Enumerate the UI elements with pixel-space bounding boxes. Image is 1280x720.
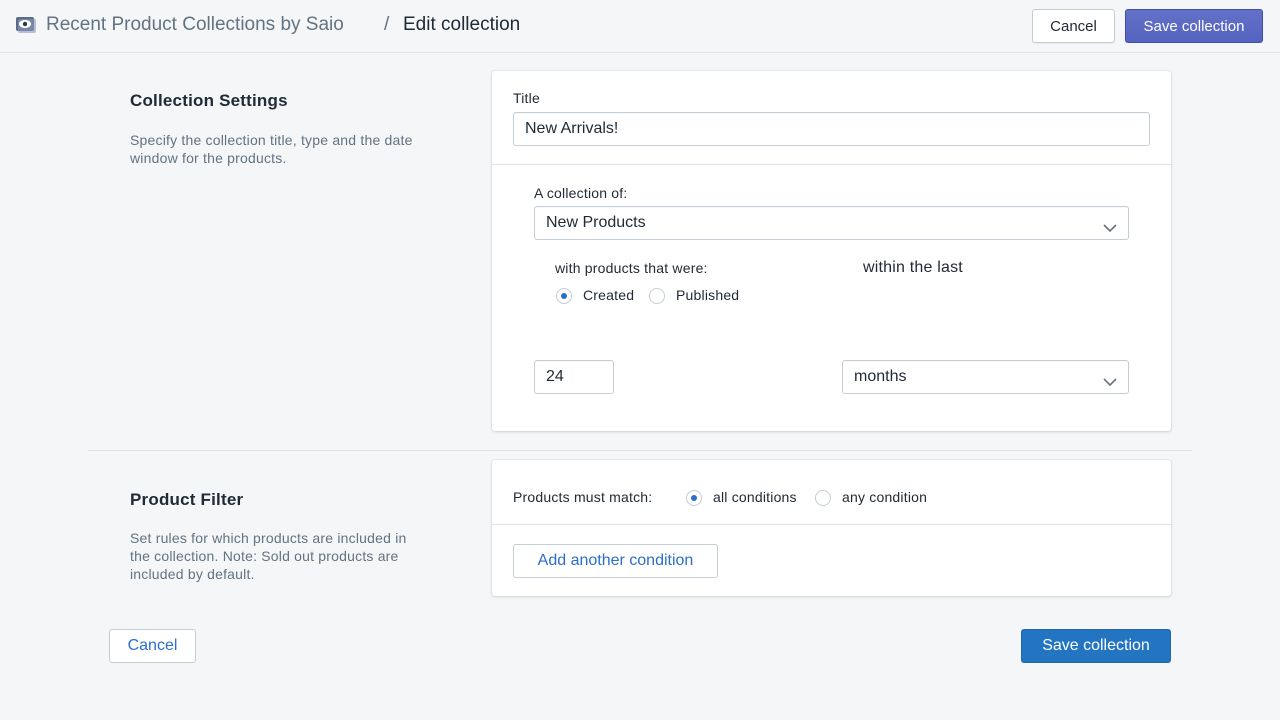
title-input-value: New Arrivals! (525, 120, 619, 137)
collection-settings-description: Specify the collection title, type and t… (130, 132, 413, 166)
any-condition-label[interactable]: any condition (842, 489, 927, 505)
product-filter-heading: Product Filter (130, 490, 244, 509)
title-label: Title (513, 90, 540, 106)
top-bar: Recent Product Collections by Saio / Edi… (0, 0, 1280, 53)
time-unit-select[interactable]: months (842, 360, 1129, 394)
footer-cancel-button[interactable]: Cancel (109, 629, 196, 663)
match-label: Products must match: (513, 489, 653, 505)
footer-save-label: Save collection (1042, 637, 1150, 654)
add-condition-button[interactable]: Add another condition (513, 544, 718, 578)
published-radio-label[interactable]: Published (676, 287, 739, 303)
with-products-label: with products that were: (555, 260, 708, 276)
collection-of-label: A collection of: (534, 185, 628, 201)
page-title: Edit collection (403, 14, 521, 35)
section-divider (88, 450, 1192, 451)
all-conditions-radio[interactable] (686, 490, 702, 506)
amount-input-value: 24 (546, 368, 564, 385)
app-logo-icon (15, 16, 37, 34)
breadcrumb-app-name[interactable]: Recent Product Collections by Saio (46, 14, 344, 36)
collection-type-value: New Products (546, 214, 646, 231)
amount-input[interactable]: 24 (534, 360, 614, 394)
published-radio[interactable] (649, 288, 665, 304)
within-the-last-label: within the last (863, 259, 963, 276)
all-conditions-label[interactable]: all conditions (713, 489, 797, 505)
title-input[interactable]: New Arrivals! (513, 112, 1150, 146)
add-condition-label: Add another condition (537, 552, 694, 569)
product-filter-description: Set rules for which products are include… (130, 530, 407, 582)
header-cancel-label: Cancel (1050, 17, 1097, 35)
time-unit-value: months (854, 368, 907, 385)
chevron-down-icon (1103, 373, 1117, 387)
created-radio-label[interactable]: Created (583, 287, 634, 303)
collection-type-select[interactable]: New Products (534, 206, 1129, 240)
card-divider (492, 164, 1171, 165)
filter-card-divider (492, 524, 1171, 525)
breadcrumb-separator: / (384, 14, 390, 35)
header-cancel-button[interactable]: Cancel (1032, 9, 1115, 43)
header-save-button[interactable]: Save collection (1125, 9, 1263, 43)
created-radio[interactable] (556, 288, 572, 304)
chevron-down-icon (1103, 219, 1117, 233)
footer-save-button[interactable]: Save collection (1021, 629, 1171, 663)
collection-settings-heading: Collection Settings (130, 91, 288, 110)
footer-cancel-label: Cancel (127, 637, 178, 654)
header-save-label: Save collection (1143, 17, 1245, 35)
any-condition-radio[interactable] (815, 490, 831, 506)
